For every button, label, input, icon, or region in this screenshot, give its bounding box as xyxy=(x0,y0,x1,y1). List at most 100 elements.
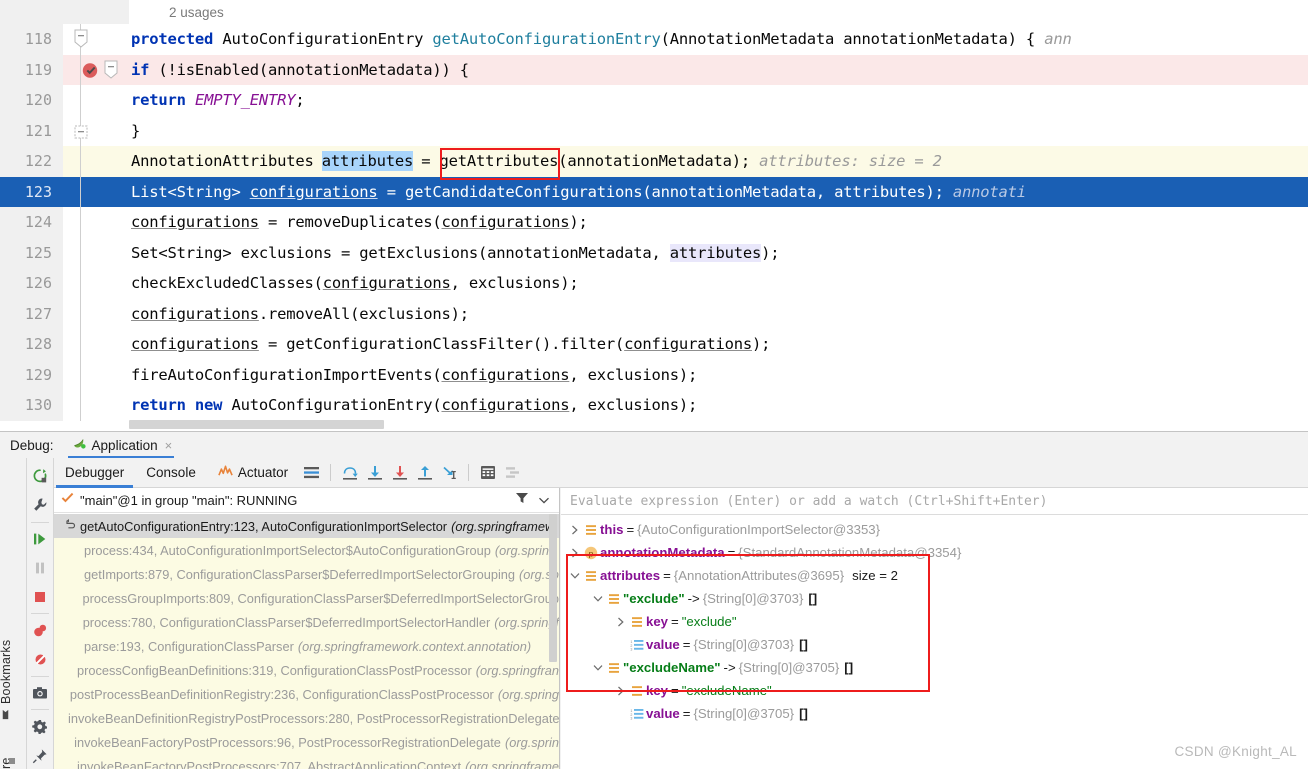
code-token: return xyxy=(131,91,195,110)
breakpoint-icon[interactable] xyxy=(81,60,101,80)
chevron-right-icon[interactable] xyxy=(567,525,582,535)
variables-tree[interactable]: this = {AutoConfigurationImportSelector@… xyxy=(561,515,1308,725)
code-line-row[interactable]: 128 configurations = getConfigurationCla… xyxy=(0,329,1308,360)
stack-frame-row[interactable]: invokeBeanFactoryPostProcessors:96, Post… xyxy=(54,730,559,754)
call-stack-frames-list[interactable]: getAutoConfigurationEntry:123, AutoConfi… xyxy=(54,514,559,769)
evaluate-expression-icon[interactable] xyxy=(475,460,500,486)
fold-collapse-icon[interactable] xyxy=(74,29,88,48)
code-editor[interactable]: 2 usages 118 protected AutoConfiguration… xyxy=(0,0,1308,431)
editor-gutter[interactable] xyxy=(63,390,129,421)
tab-console[interactable]: Console xyxy=(135,458,207,488)
code-line-row[interactable]: 121 } xyxy=(0,115,1308,146)
stack-frame-row[interactable]: process:780, ConfigurationClassParser$De… xyxy=(54,610,559,634)
chevron-down-icon[interactable] xyxy=(535,491,555,509)
stop-program-icon[interactable] xyxy=(27,582,54,611)
resume-program-icon[interactable] xyxy=(27,525,54,554)
variable-row[interactable]: this = {AutoConfigurationImportSelector@… xyxy=(561,518,1308,541)
step-out-icon[interactable] xyxy=(412,460,437,486)
force-step-into-icon[interactable] xyxy=(387,460,412,486)
chevron-right-icon[interactable] xyxy=(613,617,628,627)
editor-gutter[interactable] xyxy=(63,329,129,360)
stack-frame-row[interactable]: parse:193, ConfigurationClassParser (org… xyxy=(54,634,559,658)
stack-frame-row[interactable]: getAutoConfigurationEntry:123, AutoConfi… xyxy=(54,514,559,538)
chevron-right-icon[interactable] xyxy=(613,686,628,696)
stack-frame-label: parse:193, ConfigurationClassParser xyxy=(84,638,294,654)
pause-program-icon[interactable] xyxy=(27,553,54,582)
code-line-row[interactable]: 118 protected AutoConfigurationEntry get… xyxy=(0,24,1308,55)
code-line-row[interactable]: 130 return new AutoConfigurationEntry(co… xyxy=(0,390,1308,421)
code-line-row[interactable]: 120 return EMPTY_ENTRY; xyxy=(0,85,1308,116)
code-line-row[interactable]: 129 fireAutoConfigurationImportEvents(co… xyxy=(0,359,1308,390)
variable-row[interactable]: key = "excludeName" xyxy=(561,679,1308,702)
evaluate-expression-bar[interactable]: Evaluate expression (Enter) or add a wat… xyxy=(561,488,1308,515)
code-line-row[interactable]: 124 configurations = removeDuplicates(co… xyxy=(0,207,1308,238)
code-line-row[interactable]: 126 checkExcludedClasses(configurations,… xyxy=(0,268,1308,299)
field-icon xyxy=(582,524,600,536)
close-icon[interactable]: × xyxy=(165,438,173,453)
variable-row[interactable]: attributes = {AnnotationAttributes@3695}… xyxy=(561,564,1308,587)
stack-frame-row[interactable]: invokeBeanDefinitionRegistryPostProcesso… xyxy=(54,706,559,730)
code-line-row[interactable]: 119 if (!isEnabled(annotationMetadata)) … xyxy=(0,54,1308,85)
code-line-row[interactable]: 122 AnnotationAttributes attributes = ge… xyxy=(0,146,1308,177)
chevron-down-icon[interactable] xyxy=(590,664,605,672)
editor-gutter[interactable] xyxy=(63,54,129,85)
stack-frame-label: invokeBeanFactoryPostProcessors:707, Abs… xyxy=(77,758,462,769)
thread-selector[interactable]: "main"@1 in group "main": RUNNING xyxy=(54,488,559,513)
mute-breakpoints-icon[interactable] xyxy=(27,645,54,674)
chevron-down-icon[interactable] xyxy=(590,595,605,603)
tab-actuator[interactable]: Actuator xyxy=(207,458,299,488)
variable-row[interactable]: "excludeName" -> {String[0]@3705} [] xyxy=(561,656,1308,679)
stack-frame-row[interactable]: processConfigBeanDefinitions:319, Config… xyxy=(54,658,559,682)
stack-frame-row[interactable]: invokeBeanFactoryPostProcessors:707, Abs… xyxy=(54,754,559,769)
variable-row[interactable]: p annotationMetadata = {StandardAnnotatio… xyxy=(561,541,1308,564)
code-line-text: return EMPTY_ENTRY; xyxy=(129,85,305,115)
editor-horizontal-scrollbar[interactable] xyxy=(129,420,1308,429)
tab-debugger[interactable]: Debugger xyxy=(54,458,135,488)
step-over-icon[interactable] xyxy=(337,460,362,486)
rerun-icon[interactable] xyxy=(27,462,54,491)
usages-hint[interactable]: 2 usages xyxy=(129,5,224,20)
chevron-down-icon[interactable] xyxy=(567,572,582,580)
editor-gutter[interactable] xyxy=(63,24,129,55)
debug-session-tab-application[interactable]: Application × xyxy=(67,432,179,458)
code-line-row[interactable]: 125 Set<String> exclusions = getExclusio… xyxy=(0,237,1308,268)
scrollbar-thumb[interactable] xyxy=(129,420,384,429)
stack-frame-row[interactable]: getImports:879, ConfigurationClassParser… xyxy=(54,562,559,586)
fold-end-icon[interactable] xyxy=(74,125,88,144)
editor-gutter[interactable] xyxy=(63,268,129,299)
stack-frame-row[interactable]: postProcessBeanDefinitionRegistry:236, C… xyxy=(54,682,559,706)
settings-wrench-icon[interactable] xyxy=(27,491,54,520)
code-token: , exclusions); xyxy=(569,396,698,415)
step-into-icon[interactable] xyxy=(362,460,387,486)
chevron-right-icon[interactable] xyxy=(567,548,582,558)
filter-icon[interactable] xyxy=(515,491,529,510)
editor-gutter[interactable] xyxy=(63,207,129,238)
pin-icon[interactable] xyxy=(27,741,54,769)
stack-frame-row[interactable]: processGroupImports:809, ConfigurationCl… xyxy=(54,586,559,610)
editor-gutter[interactable] xyxy=(63,359,129,390)
editor-gutter[interactable] xyxy=(63,176,129,207)
variable-row[interactable]: key = "exclude" xyxy=(561,610,1308,633)
frames-vertical-scrollbar[interactable] xyxy=(549,514,557,662)
code-line-row[interactable]: 127 configurations.removeAll(exclusions)… xyxy=(0,298,1308,329)
run-to-cursor-icon[interactable] xyxy=(437,460,462,486)
variable-row[interactable]: "exclude" -> {String[0]@3703} [] xyxy=(561,587,1308,610)
layout-settings-icon[interactable] xyxy=(299,460,324,486)
camera-snapshot-icon[interactable] xyxy=(27,679,54,708)
editor-gutter[interactable] xyxy=(63,146,129,177)
variable-row[interactable]: 1 2 3 value = {String[0]@3705} [] xyxy=(561,702,1308,725)
stack-frame-row[interactable]: process:434, AutoConfigurationImportSele… xyxy=(54,538,559,562)
fold-collapse-icon[interactable] xyxy=(104,60,118,79)
code-line-row[interactable]: 123 List<String> configurations = getCan… xyxy=(0,176,1308,207)
editor-gutter[interactable] xyxy=(63,237,129,268)
sidebar-item-bookmarks[interactable]: Bookmarks xyxy=(0,624,13,720)
editor-gutter[interactable] xyxy=(63,115,129,146)
editor-gutter[interactable] xyxy=(63,85,129,116)
view-breakpoints-icon[interactable] xyxy=(27,616,54,645)
editor-gutter[interactable] xyxy=(63,298,129,329)
variable-row[interactable]: 1 2 3 value = {String[0]@3703} [] xyxy=(561,633,1308,656)
code-token: = removeDuplicates( xyxy=(258,213,442,232)
settings-sliders-icon[interactable] xyxy=(500,460,525,486)
code-token: configurations xyxy=(322,274,451,293)
gear-icon[interactable] xyxy=(27,712,54,741)
